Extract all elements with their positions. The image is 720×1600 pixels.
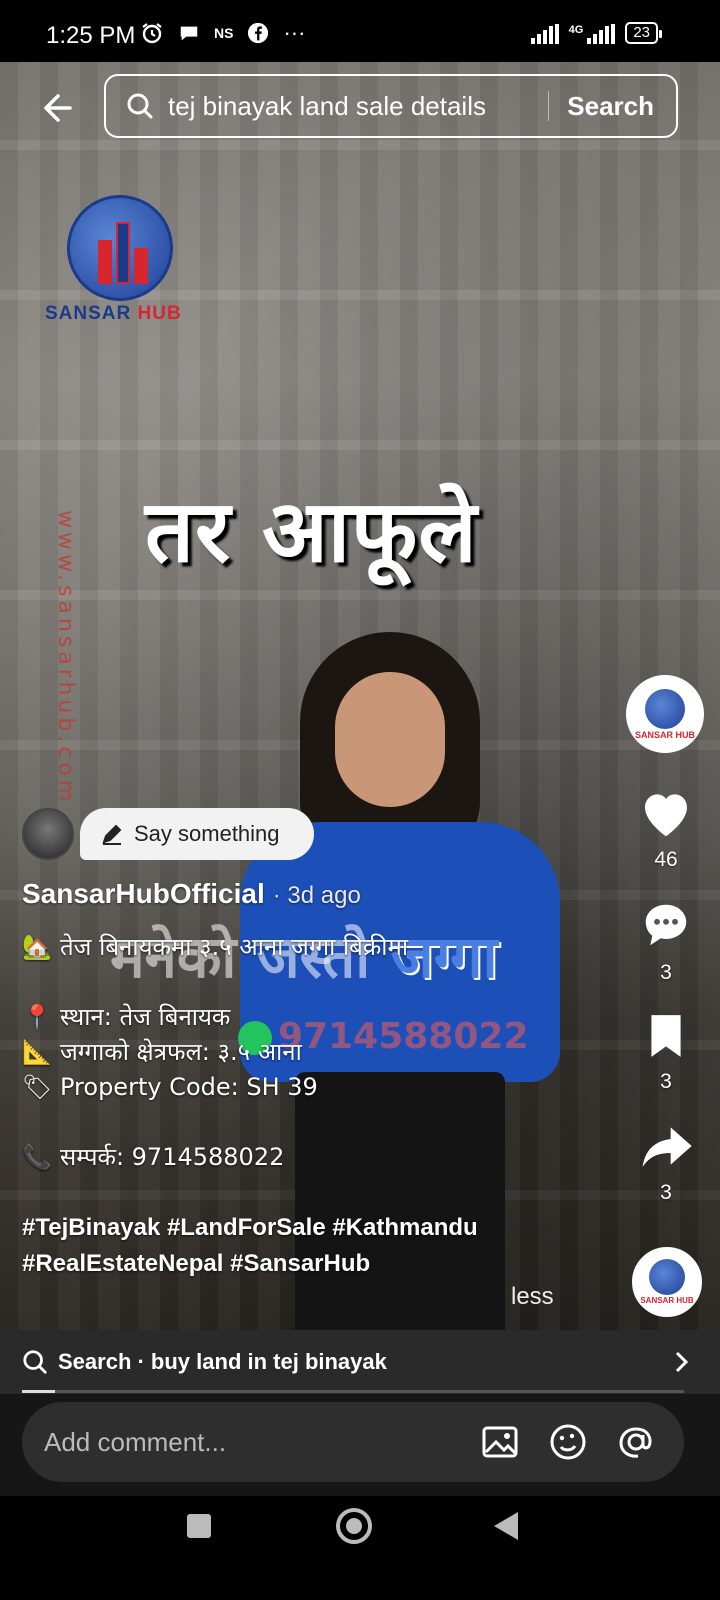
recent-apps-icon[interactable]: [187, 1514, 211, 1538]
logo-text: SANSAR HUB: [45, 303, 182, 324]
bookmark-icon: [651, 1015, 681, 1057]
globe-logo-icon: [67, 195, 173, 301]
signal-icon: [530, 24, 559, 44]
search-icon: [23, 1350, 47, 1374]
search-input[interactable]: tej binayak land sale details: [168, 91, 530, 122]
post-time: · 3d ago: [272, 882, 361, 909]
pen-icon: [102, 824, 122, 845]
author-avatar[interactable]: [22, 808, 74, 860]
status-icons: NS ···: [140, 20, 305, 46]
like-count: 46: [654, 848, 678, 871]
comment-icon: [645, 904, 687, 946]
caption-area: 📐 जग्गाको क्षेत्रफल: ३.५ आना: [22, 1035, 602, 1070]
creator-avatar[interactable]: SANSAR HUB: [626, 675, 704, 753]
post-caption: 🏡 तेज बिनायकमा ३.५ आना जग्गा बिक्रीमा 📍 स्…: [22, 930, 602, 1175]
comment-count: 3: [660, 961, 672, 984]
status-time: 1:25 PM: [46, 22, 136, 49]
caption-title: 🏡 तेज बिनायकमा ३.५ आना जग्गा बिक्रीमा: [22, 930, 602, 965]
search-button[interactable]: Search: [567, 91, 654, 122]
hashtags-line-1[interactable]: #TejBinayak #LandForSale #Kathmandu: [22, 1210, 602, 1246]
comment-placeholder: Add comment...: [44, 1426, 227, 1457]
back-arrow-icon[interactable]: [36, 88, 76, 128]
search-divider: [548, 91, 550, 121]
sansar-hub-logo: SANSAR HUB: [45, 195, 205, 325]
system-nav-bar: [0, 1496, 720, 1600]
like-button[interactable]: 46: [626, 787, 706, 872]
at-icon[interactable]: [616, 1422, 656, 1462]
network-type: 4G: [568, 24, 584, 36]
status-right: 4G 23: [530, 22, 662, 44]
say-something-button[interactable]: Say something: [80, 808, 314, 860]
bookmark-button[interactable]: 3: [626, 1011, 706, 1094]
playback-progress-fill: [22, 1390, 56, 1393]
globe-logo-icon: [649, 1259, 685, 1295]
chevron-right-icon: [675, 1351, 689, 1373]
comment-input[interactable]: Add comment...: [22, 1402, 684, 1482]
avatar-logo-text: SANSAR HUB: [634, 729, 695, 740]
say-something-label: Say something: [134, 821, 280, 846]
video-caption-overlay: तर आफूले: [145, 482, 478, 582]
back-icon[interactable]: [494, 1512, 518, 1540]
music-disc-avatar[interactable]: SANSAR HUB: [632, 1247, 702, 1317]
author-line: SansarHubOfficial · 3d ago: [22, 878, 361, 910]
battery-icon: 23: [625, 22, 662, 44]
share-button[interactable]: 3: [626, 1120, 706, 1205]
home-icon[interactable]: [336, 1508, 372, 1544]
heart-icon: [645, 794, 687, 837]
signal-icon-2: [587, 24, 616, 44]
comment-button[interactable]: 3: [626, 898, 706, 985]
status-bar: 1:25 PM NS ··· 4G 23: [0, 0, 720, 62]
hashtags-line-2[interactable]: #RealEstateNepal #SansarHub: [22, 1246, 602, 1282]
phone-icon: 📞: [22, 1143, 52, 1171]
playback-progress[interactable]: [22, 1390, 684, 1393]
comment-bar-container: Add comment...: [0, 1394, 720, 1496]
ns-indicator: NS: [214, 25, 234, 41]
hashtags[interactable]: #TejBinayak #LandForSale #Kathmandu #Rea…: [22, 1210, 602, 1282]
ruler-icon: 📐: [22, 1038, 52, 1066]
disc-logo-text: SANSAR HUB: [640, 1296, 694, 1305]
share-count: 3: [660, 1181, 672, 1204]
website-watermark: www.sansarhub.com: [53, 510, 78, 806]
emoji-icon[interactable]: [548, 1422, 588, 1462]
save-count: 3: [660, 1070, 672, 1093]
tag-icon: 🏷: [22, 1073, 53, 1101]
pin-icon: 📍: [22, 1003, 52, 1031]
share-icon: [642, 1127, 692, 1167]
search-bar[interactable]: tej binayak land sale details Search: [104, 74, 678, 138]
caption-property-code: 🏷 Property Code: SH 39: [22, 1070, 602, 1105]
less-button[interactable]: less: [511, 1283, 554, 1311]
chat-bubble-icon: [180, 26, 198, 41]
related-search-bar[interactable]: Search · buy land in tej binayak: [0, 1330, 720, 1394]
image-icon[interactable]: [480, 1422, 520, 1462]
action-rail: SANSAR HUB 46 3 3 3 SANSAR HUB: [626, 675, 706, 1317]
author-name[interactable]: SansarHubOfficial: [22, 878, 265, 909]
house-icon: 🏡: [22, 933, 52, 961]
alarm-icon: [142, 23, 162, 44]
globe-logo-icon: [645, 688, 685, 729]
search-icon: [127, 93, 153, 119]
caption-contact: 📞 सम्पर्क: 9714588022: [22, 1140, 602, 1175]
facebook-icon: [248, 22, 269, 44]
more-notifications: ···: [283, 20, 306, 45]
caption-location: 📍 स्थान: तेज बिनायक: [22, 1000, 602, 1035]
related-search-text: Search · buy land in tej binayak: [58, 1349, 387, 1374]
